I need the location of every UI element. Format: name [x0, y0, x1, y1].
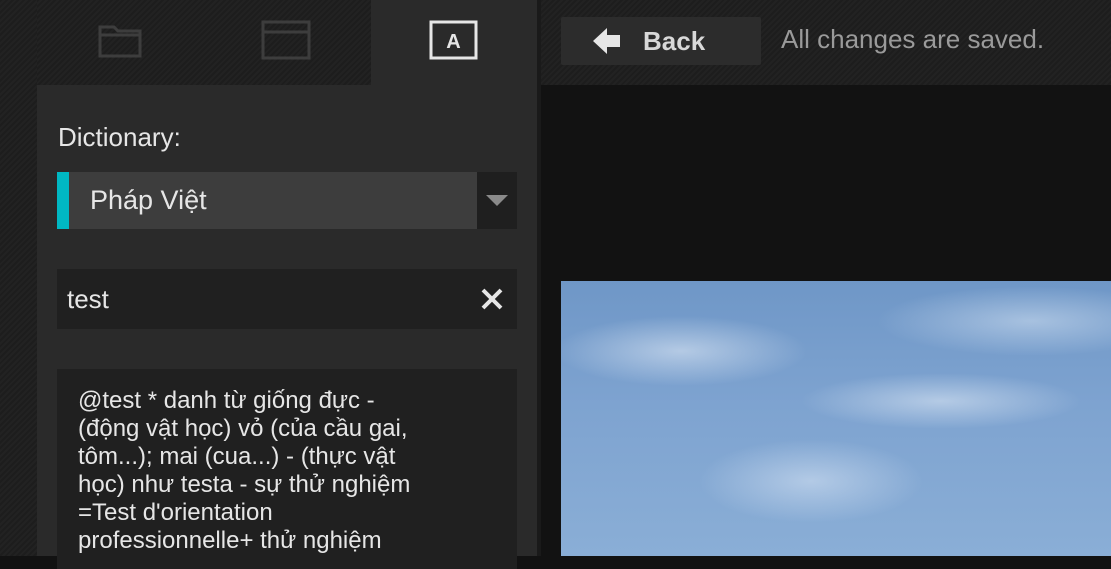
tab-files[interactable] [37, 0, 203, 85]
editor-top-bar: Back All changes are saved. [541, 0, 1111, 85]
dictionary-selected-value: Pháp Việt [90, 185, 207, 215]
window-icon [260, 19, 312, 66]
chevron-down-icon[interactable] [477, 172, 517, 229]
tab-text[interactable]: A [371, 0, 537, 85]
sky-photo[interactable] [561, 281, 1111, 556]
dictionary-label: Dictionary: [58, 122, 181, 152]
select-accent-bar [57, 172, 69, 229]
text-box-glyph: A [446, 31, 460, 53]
back-button[interactable]: Back [561, 17, 761, 65]
close-icon[interactable] [467, 269, 517, 329]
text-box-icon: A [429, 19, 479, 66]
save-status: All changes are saved. [781, 24, 1045, 54]
back-label: Back [643, 25, 706, 56]
dictionary-result: @test * danh từ giống đực - (động vật họ… [57, 369, 517, 569]
folder-icon [96, 19, 144, 66]
left-edge-strip [0, 0, 37, 556]
tab-window[interactable] [203, 0, 369, 85]
arrow-left-icon [593, 27, 621, 55]
search-input[interactable] [67, 283, 467, 315]
sidebar-tab-bar: A [37, 0, 537, 86]
dictionary-select[interactable]: Pháp Việt [57, 172, 517, 229]
search-box [57, 269, 517, 329]
